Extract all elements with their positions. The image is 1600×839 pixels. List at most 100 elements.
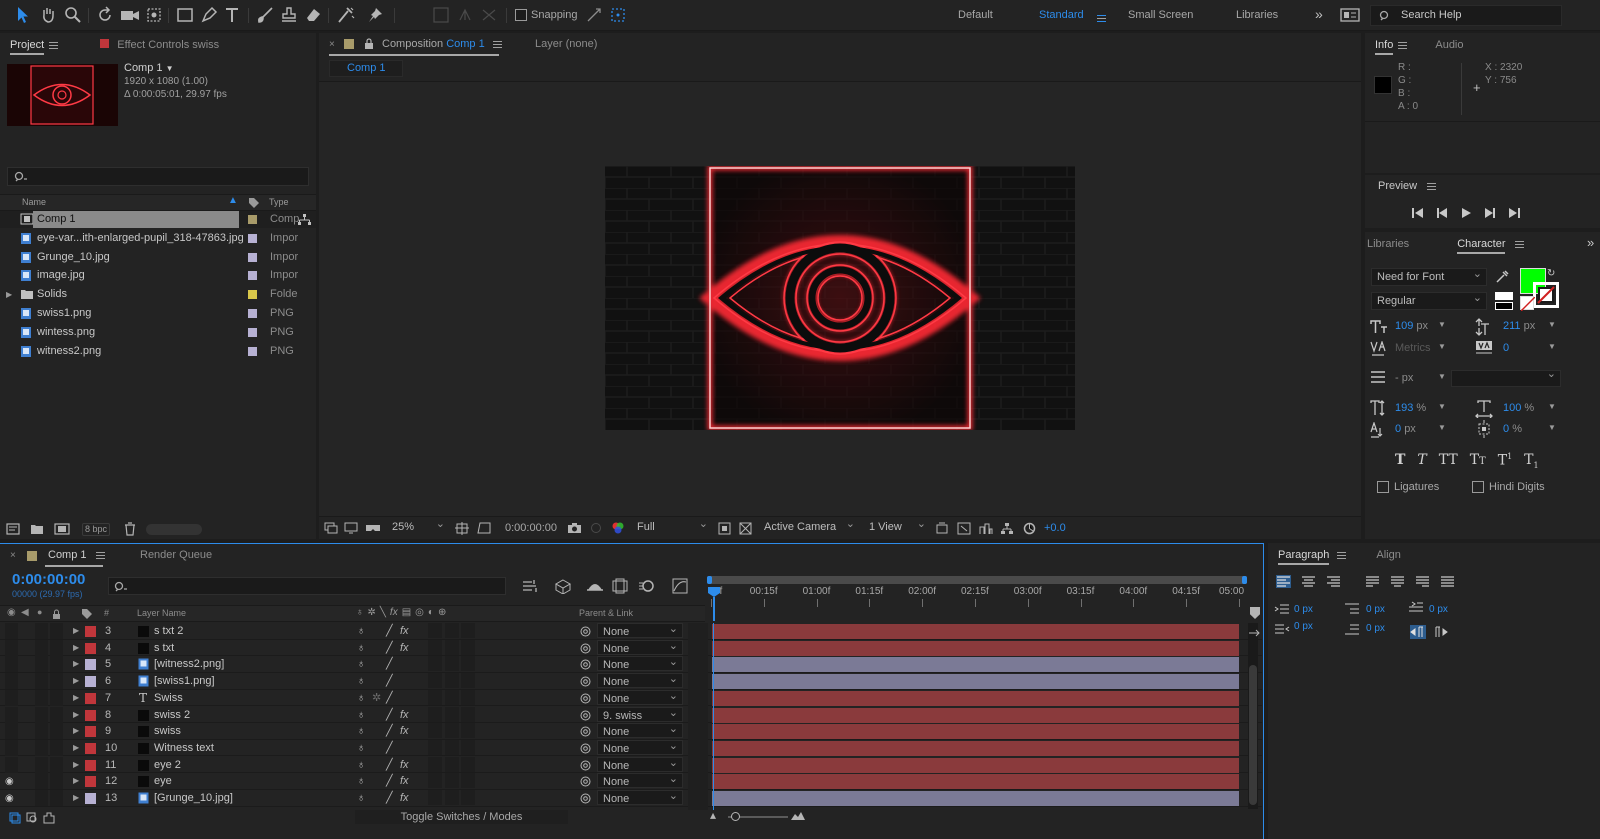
visibility-toggle[interactable] [5, 723, 18, 740]
quality-switch-icon[interactable]: ╱ [386, 673, 393, 689]
resolution-select[interactable]: Full [632, 518, 712, 536]
expand-arrow-icon[interactable]: ▶ [73, 773, 79, 789]
effect-switch-icon[interactable]: fx [400, 723, 409, 739]
first-frame-icon[interactable] [1411, 207, 1425, 219]
interpret-footage-icon[interactable] [6, 523, 20, 535]
motion-blur-icon[interactable] [638, 578, 654, 594]
visibility-toggle[interactable] [5, 623, 18, 639]
preview-title[interactable]: Preview [1378, 180, 1437, 192]
pick-whip-icon[interactable] [580, 760, 591, 771]
channel-rgb-icon[interactable] [611, 521, 625, 535]
project-item[interactable]: image.jpg Impor [0, 267, 316, 284]
selection-tool-icon[interactable] [15, 6, 31, 24]
layer-row[interactable]: ▶ 5 [witness2.png] ♁ ╱ None [0, 654, 1262, 673]
quality-switch-icon[interactable]: ╲ [380, 607, 386, 618]
snap-options-icon[interactable] [586, 7, 602, 23]
frame-blending-icon[interactable] [612, 578, 628, 594]
layer-row[interactable]: ▶ 8 swiss 2 ♁ ╱ fx 9. swiss [0, 705, 1262, 724]
comp-viewer[interactable] [319, 82, 1361, 516]
swap-colors-icon[interactable]: ↻ [1547, 268, 1555, 279]
label-color-swatch[interactable] [85, 659, 96, 671]
expand-arrow-icon[interactable]: ▶ [73, 707, 79, 723]
visibility-toggle[interactable]: ◉ [5, 790, 18, 806]
collapse-switch-icon[interactable]: ✲ [368, 607, 376, 618]
tab-timeline-comp[interactable]: Comp 1 [48, 549, 105, 561]
layer-name[interactable]: Witness text [154, 740, 214, 756]
lock-toggle[interactable] [50, 756, 63, 773]
layer-duration-bar[interactable] [712, 724, 1239, 740]
time-ruler[interactable]: 0f00:15f01:00f01:15f02:00f02:15f03:00f03… [705, 573, 1250, 622]
justify-center-icon[interactable] [1390, 575, 1405, 588]
visibility-toggle[interactable] [5, 689, 18, 706]
align-center-icon[interactable] [1301, 575, 1316, 588]
stretch-icon[interactable] [43, 812, 55, 824]
rotate-tool-icon[interactable] [96, 6, 114, 24]
zoom-out-icon[interactable]: ▴ [710, 808, 716, 822]
visibility-toggle[interactable] [5, 639, 18, 656]
effect-switch-icon[interactable]: fx [400, 640, 409, 656]
pick-whip-icon[interactable] [580, 743, 591, 754]
font-family-select[interactable]: Need for Font [1371, 266, 1487, 286]
chevron-down-icon[interactable]: ▼ [1438, 320, 1446, 329]
close-icon[interactable]: × [329, 39, 335, 50]
exposure-value[interactable]: +0.0 [1044, 522, 1066, 534]
pick-whip-icon[interactable] [580, 793, 591, 804]
speaker-icon[interactable]: ◀ [21, 607, 29, 618]
lock-icon[interactable] [52, 609, 61, 620]
label-color-swatch[interactable] [248, 271, 257, 281]
pick-whip-icon[interactable] [580, 643, 591, 654]
label-color-swatch[interactable] [248, 290, 257, 300]
comp-name[interactable]: Comp 1 ▼ [124, 62, 174, 74]
lock-toggle[interactable] [50, 790, 63, 806]
shy-switch-icon[interactable]: ♁ [357, 623, 365, 639]
all-caps-icon[interactable]: TT [1439, 452, 1458, 470]
effect-switch-icon[interactable]: fx [400, 773, 409, 789]
layer-duration-bar[interactable] [712, 657, 1239, 673]
pan-behind-tool-icon[interactable] [145, 6, 163, 24]
vertical-scale-field[interactable]: 193 % [1395, 402, 1426, 414]
rectangle-tool-icon[interactable] [176, 6, 194, 24]
search-help-field[interactable]: Search Help [1370, 5, 1562, 26]
hand-tool-icon[interactable] [40, 6, 56, 24]
layer-duration-bar[interactable] [712, 640, 1239, 656]
vr-glasses-icon[interactable] [365, 522, 381, 534]
trash-icon[interactable] [124, 522, 136, 536]
play-icon[interactable] [1459, 207, 1473, 219]
stroke-width-field[interactable]: - px [1395, 372, 1413, 384]
layer-row[interactable]: ▶ 9 swiss ♁ ╱ fx None [0, 721, 1262, 740]
puppet-pin-tool-icon[interactable] [366, 6, 384, 24]
clone-stamp-tool-icon[interactable] [280, 6, 298, 24]
quality-switch-icon[interactable]: ╱ [386, 723, 393, 739]
hindi-digits-checkbox[interactable] [1472, 481, 1484, 493]
panel-overflow-icon[interactable]: » [1587, 235, 1594, 250]
layer-search-input[interactable] [108, 577, 506, 595]
visibility-toggle[interactable] [5, 706, 18, 723]
snapping-checkbox[interactable] [515, 9, 527, 21]
solo-toggle[interactable] [35, 623, 48, 639]
expand-arrow-icon[interactable]: ▶ [73, 690, 79, 706]
layer-switches-icon[interactable] [9, 812, 21, 824]
monitor-icon[interactable] [344, 522, 358, 534]
pick-whip-icon[interactable] [580, 710, 591, 721]
collapse-switch-icon[interactable]: ✲ [372, 690, 381, 706]
layer-row[interactable]: ▶ 10 Witness text ♁ ╱ None [0, 738, 1262, 757]
quality-switch-icon[interactable]: ╱ [386, 707, 393, 723]
close-icon[interactable]: × [10, 550, 16, 561]
quality-switch-icon[interactable]: ╱ [386, 757, 393, 773]
fit-comp-icon[interactable] [957, 522, 971, 535]
lock-toggle[interactable] [50, 656, 63, 673]
layer-duration-bar[interactable] [712, 690, 1239, 706]
timeline-timecode[interactable]: 0:00:00:00 [12, 571, 85, 588]
workspace-default[interactable]: Default [958, 9, 993, 21]
tab-libraries[interactable]: Libraries [1365, 232, 1419, 256]
tab-info[interactable]: Info [1365, 33, 1417, 57]
motion-blur-switch-icon[interactable]: ◎ [415, 607, 424, 618]
quality-switch-icon[interactable]: ╱ [386, 640, 393, 656]
shy-layers-icon[interactable] [586, 578, 604, 594]
timeline-scrollbar[interactable] [1248, 623, 1258, 809]
horizontal-scale-field[interactable]: 100 % [1503, 402, 1534, 414]
toggle-transparency-icon[interactable] [739, 522, 752, 535]
label-color-swatch[interactable] [248, 215, 257, 224]
justify-right-icon[interactable] [1415, 575, 1430, 588]
draft-3d-icon[interactable] [554, 578, 572, 594]
